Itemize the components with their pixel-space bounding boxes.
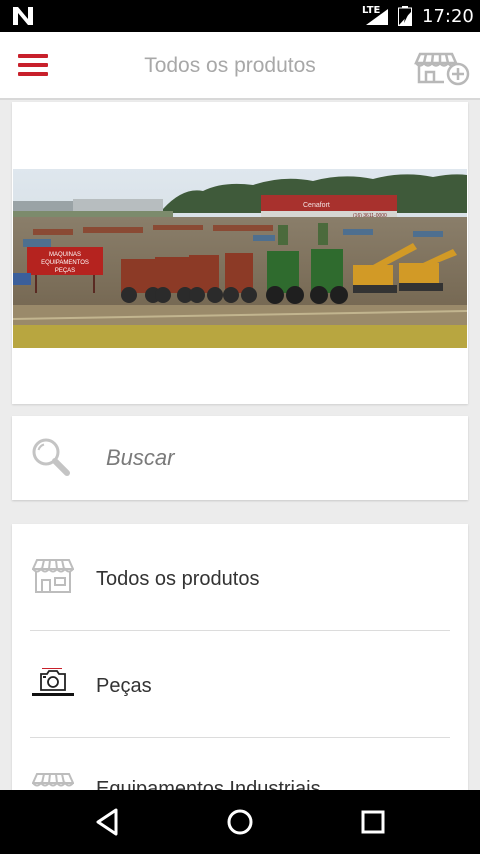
banner-card[interactable]: Cenafort (16) 3611-0000 MAQUINAS EQUIPAM… — [12, 102, 468, 404]
banner-image: Cenafort (16) 3611-0000 MAQUINAS EQUIPAM… — [13, 169, 467, 348]
svg-text:Cenafort: Cenafort — [303, 202, 330, 209]
back-icon — [96, 808, 118, 836]
machinery-yard-photo: Cenafort (16) 3611-0000 MAQUINAS EQUIPAM… — [13, 169, 467, 348]
category-label: Peças — [96, 675, 152, 697]
store-add-icon — [414, 52, 470, 86]
category-item-todos-os-produtos[interactable]: Todos os produtos — [12, 524, 468, 631]
page-title: Todos os produtos — [144, 54, 316, 77]
add-store-button[interactable] — [414, 48, 474, 88]
category-list: Todos os produtos Peças Equipamentos Ind… — [12, 524, 468, 804]
battery-icon — [398, 6, 412, 26]
sign-line-3: PEÇAS — [55, 268, 75, 274]
sign-line-2: EQUIPAMENTOS — [41, 260, 89, 266]
navigation-bar — [0, 790, 480, 854]
home-button[interactable] — [220, 804, 260, 840]
category-label: Todos os produtos — [96, 568, 260, 590]
clock-time: 17:20 — [422, 6, 474, 27]
back-button[interactable] — [88, 804, 128, 840]
status-bar: LTE 17:20 — [0, 0, 480, 32]
recents-icon — [361, 810, 385, 834]
menu-button[interactable] — [14, 50, 52, 82]
notification-n-icon — [13, 7, 33, 25]
app-bar: Todos os produtos — [0, 32, 480, 100]
recents-button[interactable] — [353, 804, 393, 840]
sign-line-1: MAQUINAS — [49, 252, 81, 258]
search-input[interactable] — [106, 442, 436, 474]
home-icon — [227, 809, 253, 835]
camera-icon — [32, 668, 74, 696]
category-item-pecas[interactable]: Peças — [12, 631, 468, 738]
search-bar[interactable] — [12, 416, 468, 500]
search-icon — [32, 438, 70, 476]
store-icon — [32, 559, 74, 593]
signal-icon — [366, 9, 388, 25]
